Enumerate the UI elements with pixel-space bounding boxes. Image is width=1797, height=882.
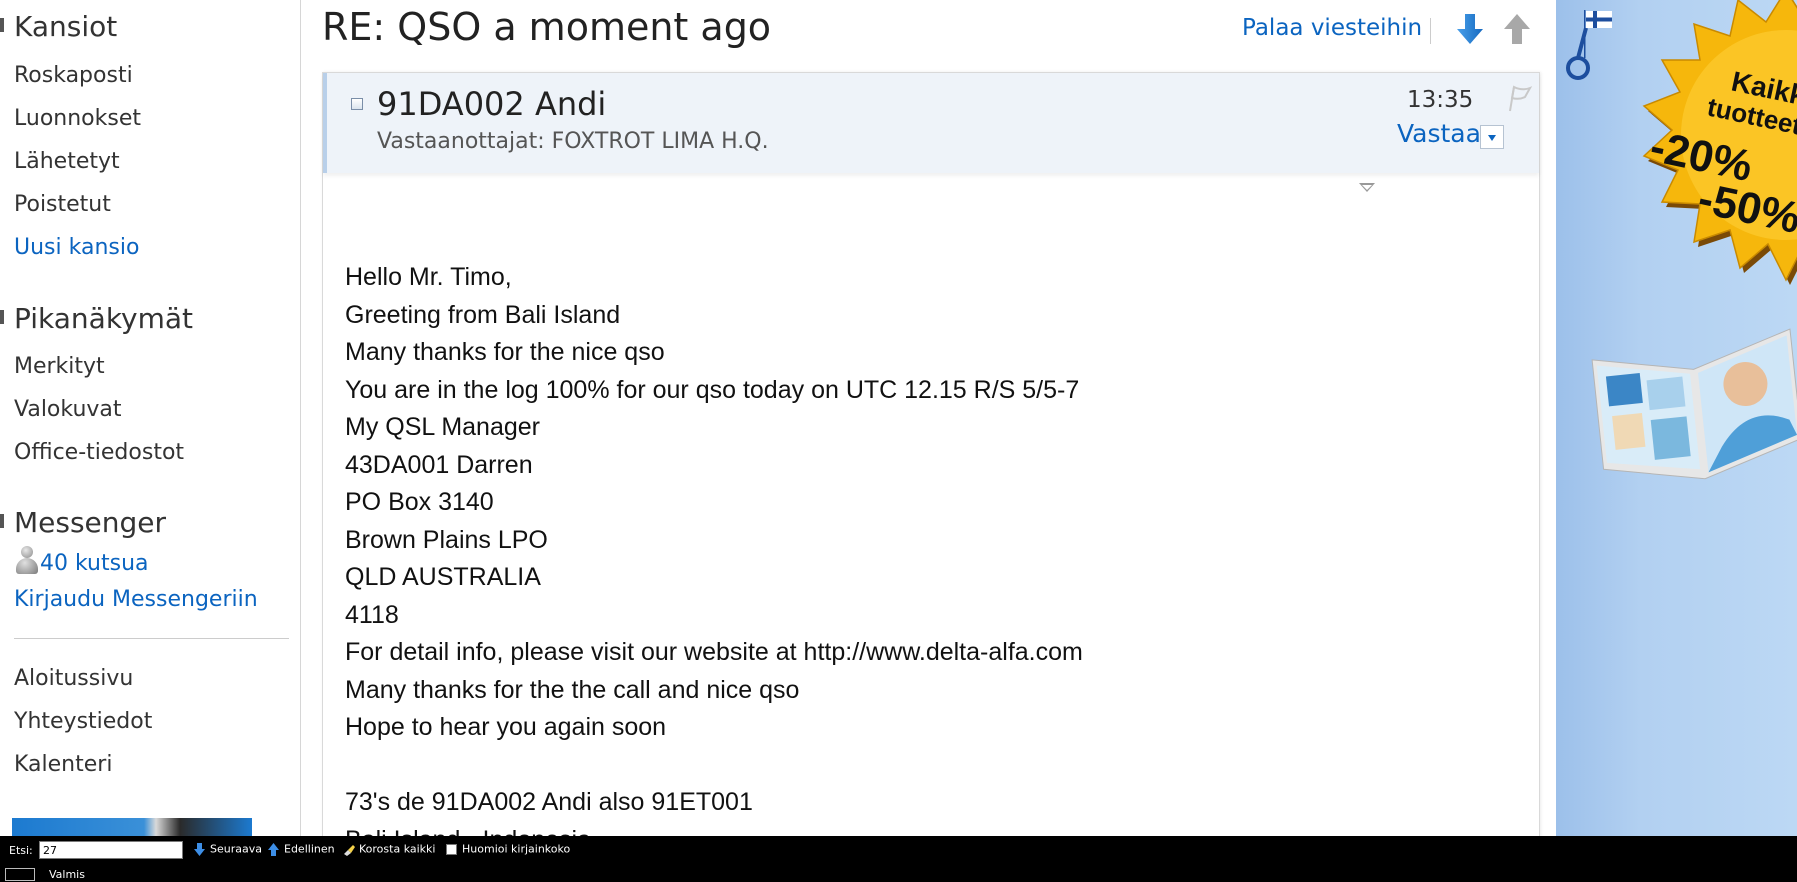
body-line: Hope to hear you again soon	[345, 713, 667, 741]
body-line: Hello Mr. Timo,	[345, 263, 512, 291]
previous-message-arrow-icon[interactable]	[1502, 12, 1532, 46]
invites-label: 40 kutsua	[40, 551, 149, 576]
arrow-down-icon	[194, 842, 205, 856]
quick-views-header[interactable]: Pikanäkymät	[0, 302, 193, 335]
find-previous-label: Edellinen	[284, 842, 335, 856]
folder-sidebar: Kansiot Roskaposti Luonnokset Lähetetyt …	[0, 0, 301, 836]
folders-header[interactable]: Kansiot	[0, 10, 117, 43]
body-line: For detail info, please visit our websit…	[345, 638, 1083, 666]
message-select-checkbox[interactable]	[351, 98, 363, 110]
reply-button[interactable]: Vastaa	[1397, 119, 1481, 148]
find-bar: Etsi: Seuraava Edellinen Korosta kaikki …	[0, 836, 1797, 865]
quick-view-office-docs[interactable]: Office-tiedostot	[14, 440, 184, 465]
key-flag-logo-icon	[1566, 10, 1612, 80]
body-line: Greeting from Bali Island	[345, 300, 621, 329]
sidebar-ad-thumbnail[interactable]	[12, 818, 252, 836]
message-pane: RE: QSO a moment ago Palaa viesteihin 91…	[302, 0, 1555, 854]
status-bar: Valmis	[0, 865, 1797, 882]
person-icon	[14, 546, 40, 576]
messenger-sign-in-link[interactable]: Kirjaudu Messengeriin	[14, 587, 258, 612]
body-line: PO Box 3140	[345, 488, 494, 516]
photo-book-image-icon	[1591, 328, 1797, 480]
messenger-header[interactable]: Messenger	[0, 506, 166, 539]
advertisement-panel[interactable]: Kaikki tuotteet -20% -50%	[1556, 0, 1797, 836]
message-body: Hello Mr. Timo, Greeting from Bali Islan…	[345, 259, 1083, 859]
recipients: Vastaanottajat: FOXTROT LIMA H.Q.	[377, 129, 769, 154]
expand-details-icon[interactable]	[1359, 183, 1375, 192]
nav-calendar[interactable]: Kalenteri	[14, 752, 112, 777]
folder-item-sent[interactable]: Lähetetyt	[14, 149, 120, 174]
next-message-arrow-icon[interactable]	[1455, 12, 1485, 46]
find-input[interactable]	[39, 841, 183, 859]
message-header: 91DA002 Andi Vastaanottajat: FOXTROT LIM…	[323, 73, 1539, 173]
nav-home[interactable]: Aloitussivu	[14, 666, 133, 691]
flag-icon[interactable]	[1505, 83, 1533, 113]
find-label: Etsi:	[9, 844, 33, 857]
body-line: Many thanks for the the call and nice qs…	[345, 675, 800, 704]
folder-item-junk[interactable]: Roskaposti	[14, 63, 133, 88]
find-next-button[interactable]: Seuraava	[193, 842, 262, 860]
collapse-arrow-icon	[0, 514, 4, 528]
body-line: Many thanks for the nice qso	[345, 338, 665, 366]
quick-view-photos[interactable]: Valokuvat	[14, 397, 122, 422]
message-subject: RE: QSO a moment ago	[322, 5, 772, 49]
collapse-arrow-icon	[0, 18, 4, 32]
toolbar-separator	[1430, 18, 1431, 44]
highlight-all-label: Korosta kaikki	[359, 842, 436, 856]
body-line: 73's de 91DA002 Andi also 91ET001	[345, 788, 753, 816]
checkbox-box	[446, 843, 457, 855]
body-line: You are in the log 100% for our qso toda…	[345, 375, 1080, 404]
body-line: QLD AUSTRALIA	[345, 563, 541, 591]
body-line: 43DA001 Darren	[345, 450, 533, 479]
back-to-messages-link[interactable]: Palaa viesteihin	[1242, 15, 1422, 41]
arrow-up-icon	[268, 842, 279, 856]
match-case-checkbox[interactable]: Huomioi kirjainkoko	[446, 842, 570, 860]
body-line: Brown Plains LPO	[345, 525, 548, 554]
nav-contacts[interactable]: Yhteystiedot	[14, 709, 152, 734]
body-line: My QSL Manager	[345, 413, 540, 441]
folder-item-drafts[interactable]: Luonnokset	[14, 106, 141, 131]
body-line: 4118	[345, 600, 399, 629]
sender-name[interactable]: 91DA002 Andi	[377, 85, 606, 123]
quick-views-title: Pikanäkymät	[14, 302, 194, 335]
find-previous-button[interactable]: Edellinen	[267, 842, 335, 860]
folders-title: Kansiot	[14, 10, 118, 43]
highlight-all-button[interactable]: Korosta kaikki	[342, 842, 435, 860]
status-text: Valmis	[49, 868, 85, 881]
message-card: 91DA002 Andi Vastaanottajat: FOXTROT LIM…	[322, 72, 1540, 854]
messenger-title: Messenger	[14, 506, 167, 539]
collapse-arrow-icon	[0, 310, 4, 324]
status-page-icon	[5, 868, 35, 881]
quick-view-flagged[interactable]: Merkityt	[14, 354, 105, 379]
sidebar-divider	[14, 638, 289, 639]
folder-item-deleted[interactable]: Poistetut	[14, 192, 111, 217]
highlighter-icon	[344, 844, 355, 856]
body-line	[345, 747, 1083, 785]
ad-graphic: Kaikki tuotteet -20% -50%	[1566, 0, 1797, 480]
new-folder-link[interactable]: Uusi kansio	[14, 235, 139, 260]
reply-options-dropdown[interactable]	[1480, 125, 1504, 149]
messenger-invites-link[interactable]: 40 kutsua	[14, 546, 149, 576]
message-time: 13:35	[1407, 87, 1474, 113]
match-case-label: Huomioi kirjainkoko	[462, 842, 571, 856]
find-next-label: Seuraava	[210, 842, 262, 856]
